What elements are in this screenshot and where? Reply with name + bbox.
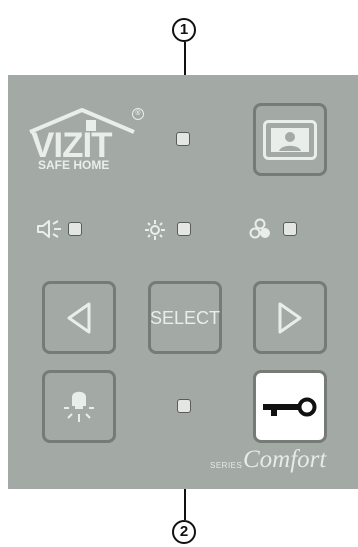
led-brightness [177, 222, 191, 236]
callout-2: 2 [172, 520, 196, 544]
led-top [176, 132, 190, 146]
light-icon [64, 391, 94, 422]
select-label: SELECT [149, 307, 221, 328]
series-label: SERIES Comfort [210, 446, 338, 478]
photo-button[interactable] [253, 103, 327, 176]
series-name: Comfort [243, 446, 327, 473]
series-prefix: SERIES [210, 461, 243, 470]
callout-1: 1 [172, 18, 196, 42]
logo-tagline: SAFE HOME [38, 158, 110, 172]
left-arrow-icon [67, 302, 91, 333]
right-button[interactable] [253, 281, 327, 354]
registered-mark: ® [132, 108, 144, 120]
brightness-icon [145, 220, 165, 240]
left-button[interactable] [42, 281, 116, 354]
volume-icon [37, 220, 61, 238]
vizit-logo: VIZIT SAFE HOME ® [26, 108, 144, 172]
led-bottom [177, 399, 191, 413]
led-volume [68, 222, 82, 236]
key-icon [263, 397, 317, 416]
color-icon [249, 218, 270, 239]
door-open-button[interactable] [253, 370, 327, 443]
light-button[interactable] [42, 370, 116, 443]
portrait-icon [263, 119, 317, 160]
intercom-panel: VIZIT SAFE HOME ® SELECT SERIES Comfort [8, 75, 358, 489]
select-button[interactable]: SELECT [148, 281, 222, 354]
led-color [283, 222, 297, 236]
right-arrow-icon [278, 302, 302, 333]
